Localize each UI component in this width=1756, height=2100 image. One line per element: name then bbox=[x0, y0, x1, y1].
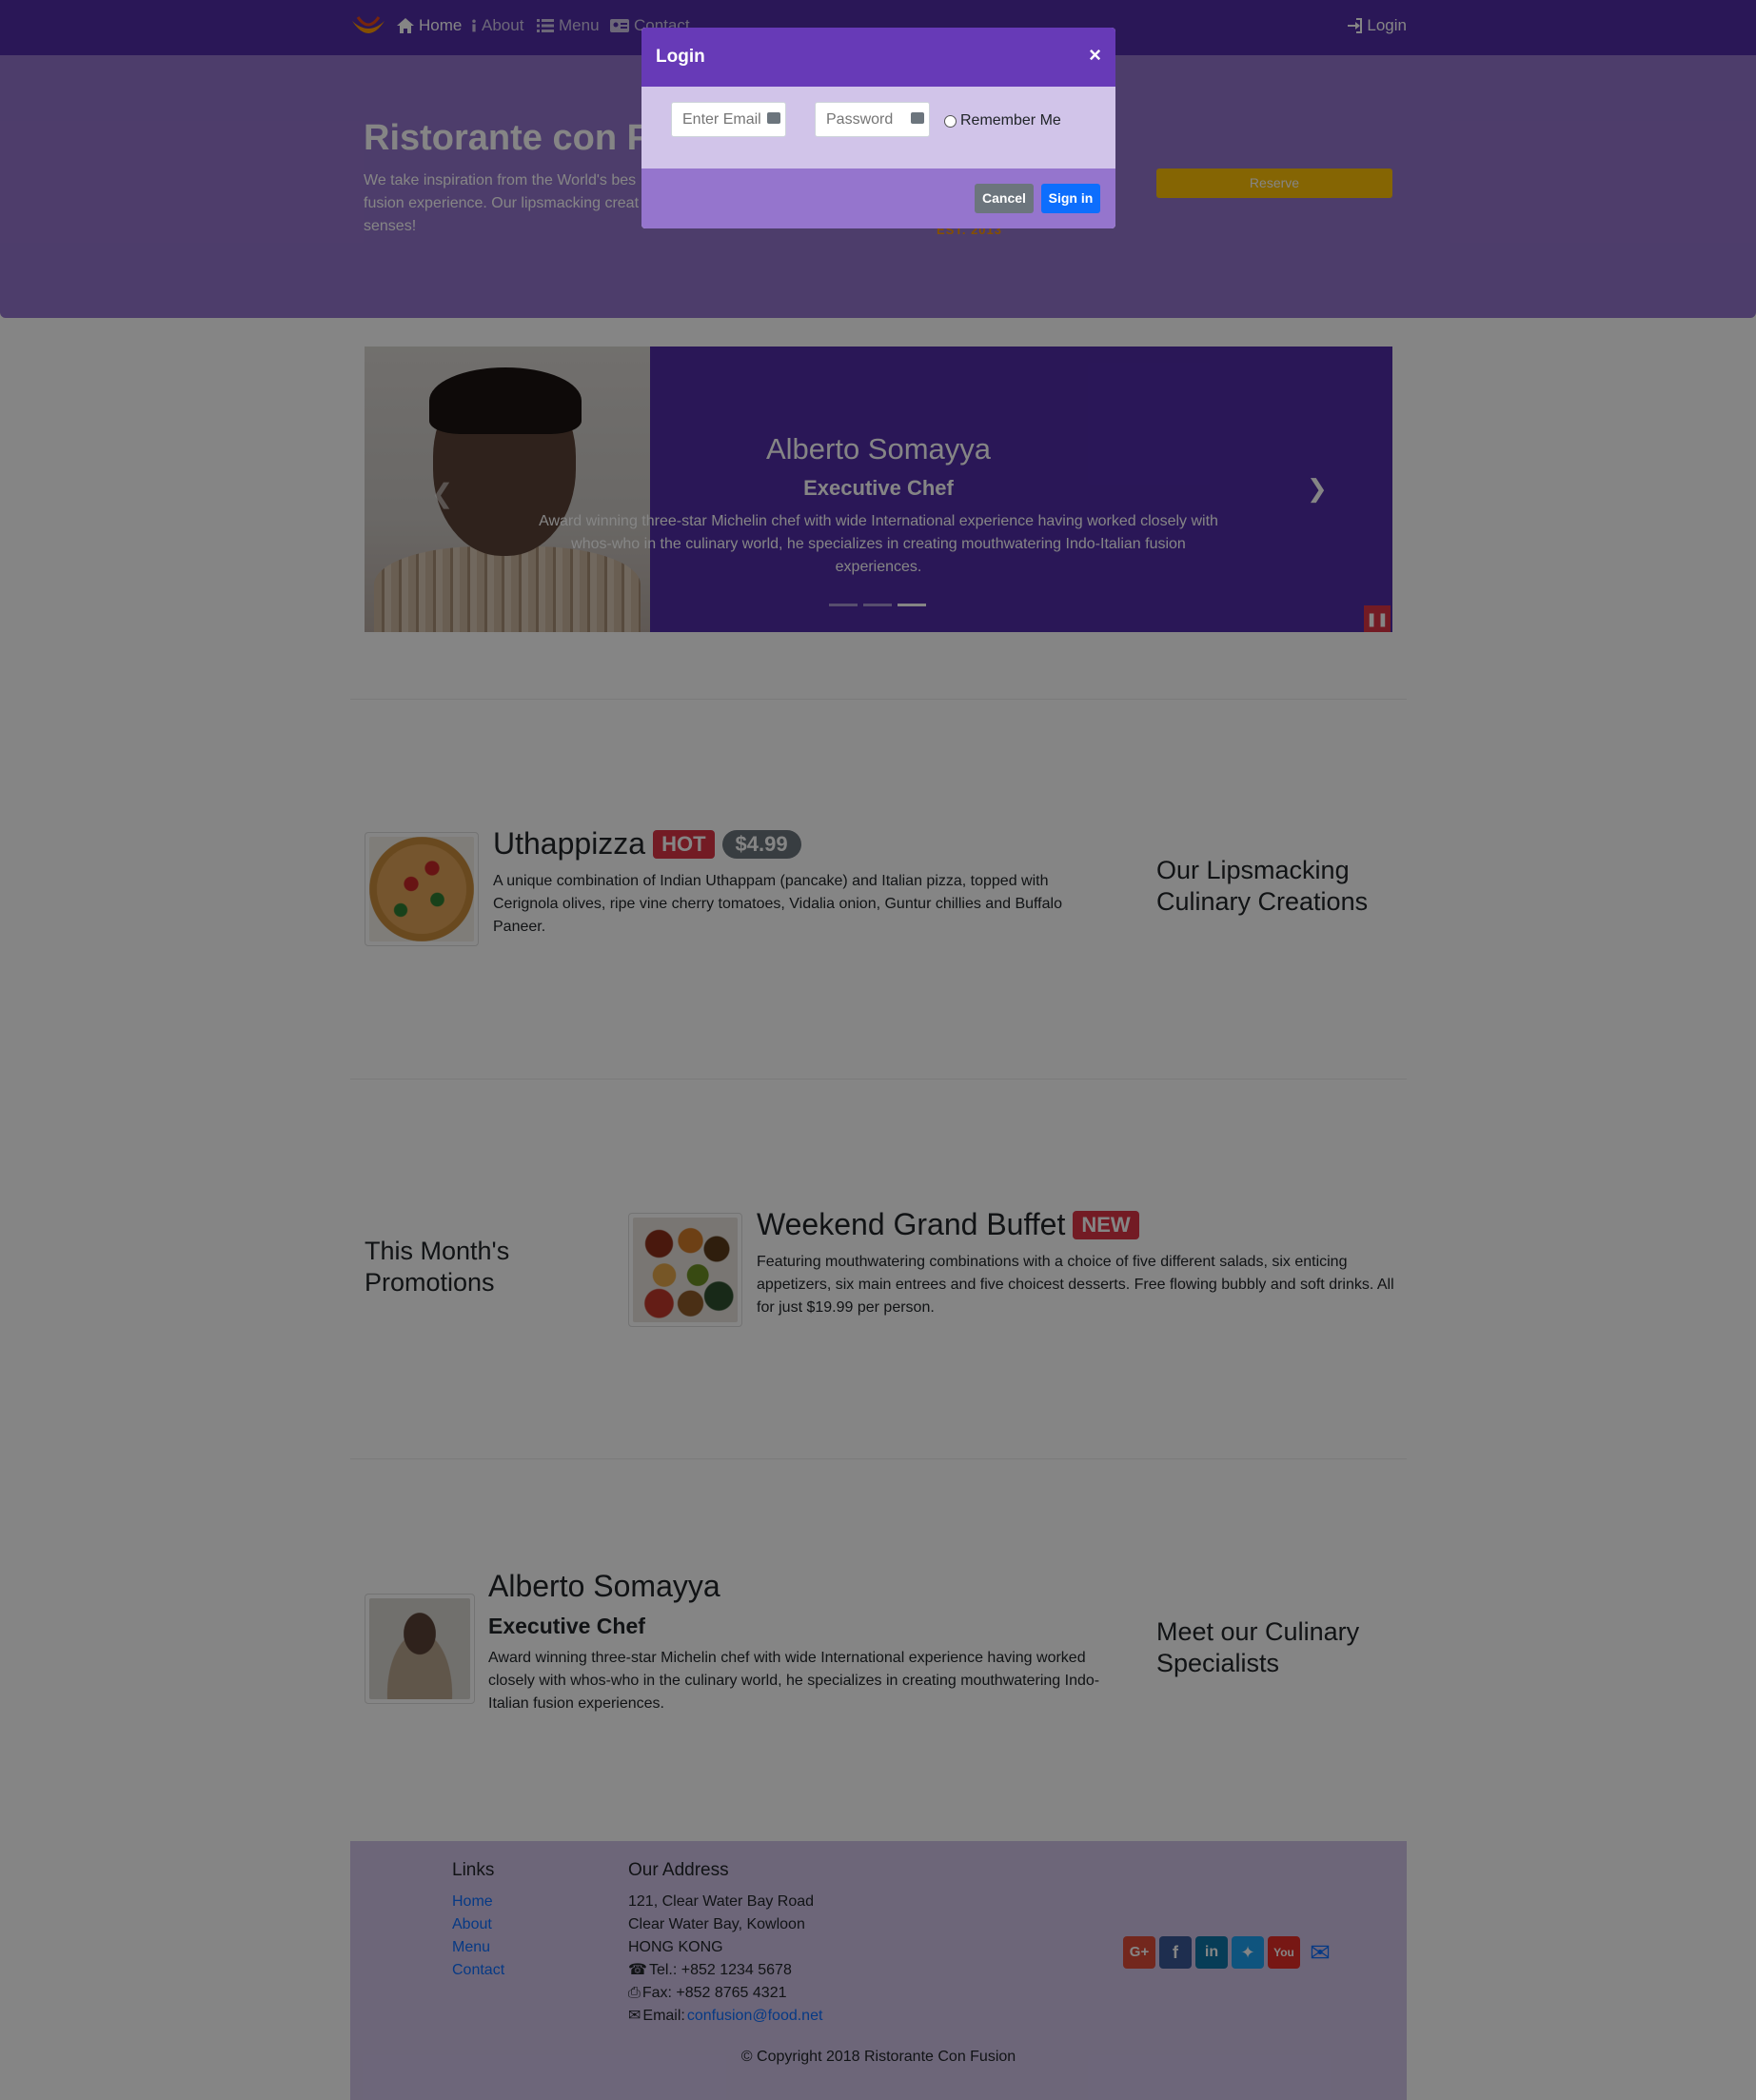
modal-footer: Cancel Sign in bbox=[641, 168, 1115, 228]
close-icon[interactable]: × bbox=[1089, 43, 1101, 68]
remember-radio[interactable] bbox=[944, 114, 957, 128]
keyboard-icon bbox=[767, 112, 780, 124]
modal-title: Login bbox=[656, 47, 705, 67]
modal-backdrop[interactable] bbox=[0, 0, 1756, 2100]
sign-in-button[interactable]: Sign in bbox=[1041, 184, 1100, 213]
cancel-button[interactable]: Cancel bbox=[975, 184, 1034, 213]
remember-label: Remember Me bbox=[960, 112, 1061, 129]
modal-body: Remember Me bbox=[641, 87, 1115, 168]
login-modal: Login × Remember Me Cancel Sign in bbox=[641, 28, 1115, 228]
remember-me[interactable]: Remember Me bbox=[944, 112, 1061, 129]
modal-header: Login × bbox=[641, 28, 1115, 87]
keyboard-icon bbox=[911, 112, 924, 124]
